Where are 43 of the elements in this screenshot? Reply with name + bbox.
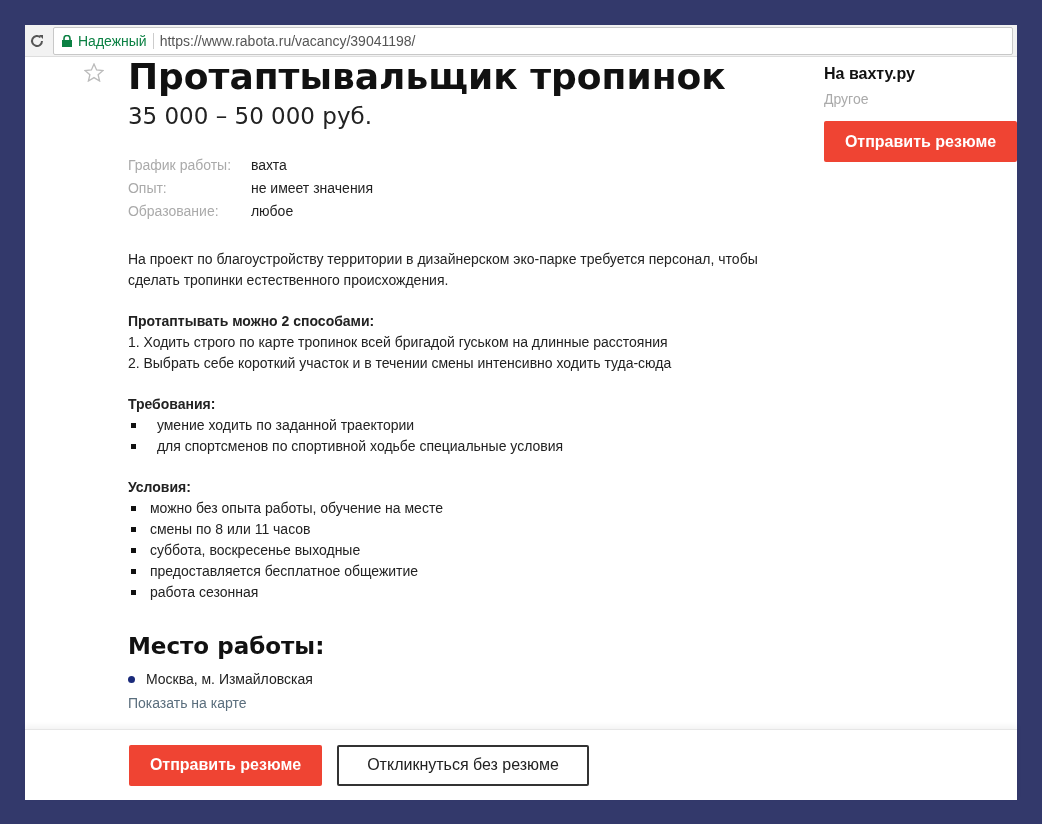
- location-dot-icon: [127, 675, 135, 683]
- bullet-icon: [130, 527, 136, 532]
- bullet-icon: [130, 444, 136, 449]
- list-item: 2. Выбрать себе короткий участок и в течении смены интенсивно ходить туда-сюда: [127, 354, 672, 373]
- send-resume-button[interactable]: Отправить резюме: [129, 744, 322, 786]
- detail-label: Опыт:: [127, 180, 168, 196]
- detail-label: График работы:: [127, 157, 233, 173]
- section-title: Место работы:: [127, 633, 326, 659]
- detail-value: любое: [250, 203, 295, 219]
- list-item: 1. Ходить строго по карте тропинок всей бригадой гуськом на длинные расстояния: [127, 333, 668, 352]
- map-link[interactable]: Показать на карте: [127, 695, 247, 711]
- list-item: смены по 8 или 11 часов: [149, 520, 311, 539]
- security-label: Надежный: [78, 32, 147, 49]
- url-text: https://www.rabota.ru/vacancy/39041198/: [159, 32, 416, 49]
- list-item: для спортсменов по спортивной ходьбе специальные условия: [156, 437, 564, 456]
- list-item: умение ходить по заданной траектории: [156, 416, 415, 435]
- list-item: суббота, воскресенье выходные: [149, 541, 361, 560]
- section-heading: Условия:: [127, 478, 192, 497]
- reload-icon[interactable]: [29, 32, 45, 49]
- address-field[interactable]: Надежный https://www.rabota.ru/vacancy/39041198/: [53, 26, 1013, 55]
- bullet-icon: [130, 506, 136, 511]
- detail-label: Образование:: [127, 203, 220, 219]
- lock-icon: [62, 34, 72, 47]
- detail-value: не имеет значения: [250, 180, 373, 196]
- description-text: На проект по благоустройству территории в дизайнерском эко-парке требуется персонал, чтобы сделать тропинки естественного происхождения.: [127, 250, 759, 290]
- employer-name: На вахту.ру: [824, 65, 916, 83]
- send-resume-button[interactable]: Отправить резюме: [824, 121, 1017, 162]
- bullet-icon: [130, 569, 136, 574]
- list-item: можно без опыта работы, обучение на месте: [149, 499, 443, 518]
- detail-value: вахта: [250, 157, 288, 173]
- salary-text: 35 000 – 50 000 руб.: [127, 103, 373, 129]
- location-text: Москва, м. Измайловская: [145, 671, 313, 687]
- list-item: работа сезонная: [149, 583, 259, 602]
- section-heading: Протаптывать можно 2 способами:: [127, 312, 376, 331]
- vacancy-title: Протаптывальщик тропинок: [127, 57, 727, 99]
- bullet-icon: [130, 548, 136, 553]
- bullet-icon: [130, 590, 136, 595]
- respond-button[interactable]: Откликнуться без резюме: [337, 744, 589, 786]
- star-icon[interactable]: [83, 63, 104, 82]
- section-heading: Требования:: [127, 395, 217, 414]
- list-item: предоставляется бесплатное общежитие: [149, 562, 419, 581]
- bullet-icon: [130, 423, 136, 428]
- employer-category: Другое: [824, 91, 870, 107]
